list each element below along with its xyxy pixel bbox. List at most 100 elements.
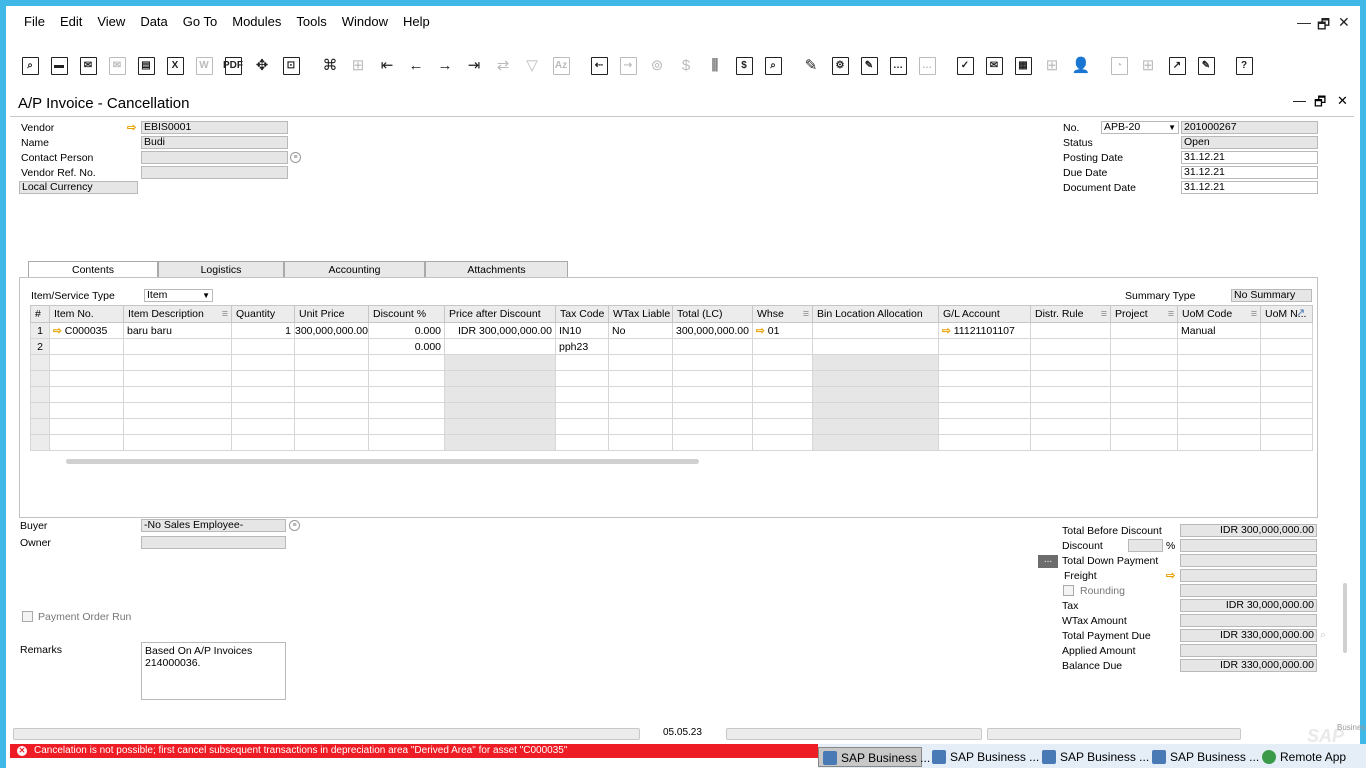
form-vertical-scrollbar[interactable] (1342, 115, 1348, 665)
cell[interactable] (1260, 354, 1313, 371)
unit-price-cell[interactable]: 300,000,000.00 (294, 322, 369, 339)
cell[interactable] (231, 386, 295, 403)
cell[interactable] (123, 418, 232, 435)
cell[interactable] (938, 418, 1031, 435)
preview-icon[interactable]: ⌕ (20, 54, 40, 76)
cell[interactable] (608, 370, 673, 387)
series-select[interactable]: APB-20 ▼ (1101, 121, 1179, 134)
cell[interactable] (231, 434, 295, 451)
empty-row[interactable] (30, 386, 1313, 403)
whse-cell[interactable]: ⇨ 01 (752, 322, 813, 339)
cell[interactable] (938, 370, 1031, 387)
cell[interactable] (1260, 386, 1313, 403)
chart-icon[interactable]: ↗ (1167, 54, 1187, 76)
whse-cell[interactable] (752, 338, 813, 355)
cell[interactable] (1260, 418, 1313, 435)
vendor-field[interactable]: EBIS0001 (141, 121, 288, 134)
add-icon[interactable]: ⊞ (348, 54, 368, 76)
cell[interactable] (608, 354, 673, 371)
cell[interactable] (1177, 402, 1261, 419)
message-alt-icon[interactable]: … (917, 54, 937, 76)
email-icon[interactable]: ✉ (78, 54, 98, 76)
app-minimize-button[interactable]: — (1297, 14, 1311, 30)
tax-code-cell[interactable]: IN10 (555, 322, 609, 339)
cell[interactable] (123, 386, 232, 403)
payment-order-checkbox[interactable] (22, 611, 33, 622)
col-header-price-after[interactable]: Price after Discount (444, 305, 556, 323)
menu-help[interactable]: Help (403, 14, 430, 32)
discount-cell[interactable]: 0.000 (368, 322, 445, 339)
rounding-checkbox[interactable] (1063, 585, 1074, 596)
empty-row[interactable] (30, 434, 1313, 451)
item-no-cell[interactable]: ⇨ C000035 (49, 322, 124, 339)
buyer-field[interactable]: -No Sales Employee- (141, 519, 286, 532)
buyer-info-icon[interactable]: ≡ (289, 520, 300, 531)
cell[interactable] (555, 354, 609, 371)
cell[interactable] (49, 370, 124, 387)
sms-icon[interactable]: ✉ (107, 54, 127, 76)
cell[interactable] (752, 370, 813, 387)
cell[interactable] (608, 434, 673, 451)
cell[interactable] (672, 354, 753, 371)
cell[interactable] (1030, 434, 1111, 451)
item-service-type-select[interactable]: Item ▼ (144, 289, 213, 302)
journal-icon[interactable]: $ (734, 54, 754, 76)
cell[interactable] (938, 434, 1031, 451)
cell[interactable] (1177, 386, 1261, 403)
filter-icon[interactable]: ▽ (522, 54, 542, 76)
uom-cell[interactable]: Manual (1177, 322, 1261, 339)
org-chart-icon[interactable]: ⊞ (1042, 54, 1062, 76)
col-header-item-desc[interactable]: Item Description ≡ (123, 305, 232, 323)
price-after-cell[interactable] (444, 338, 556, 355)
col-header-gl[interactable]: G/L Account (938, 305, 1031, 323)
cell[interactable] (1177, 434, 1261, 451)
analytics-icon[interactable]: ✎ (1196, 54, 1216, 76)
cell[interactable] (672, 418, 753, 435)
payment-means-icon[interactable]: $ (676, 54, 696, 76)
posting-date-field[interactable]: 31.12.21 (1181, 151, 1318, 164)
cell[interactable] (555, 434, 609, 451)
help-icon[interactable]: ? (1234, 54, 1254, 76)
cell[interactable] (231, 370, 295, 387)
first-record-icon[interactable]: ⇤ (377, 54, 397, 76)
lock-icon[interactable]: ⊡ (281, 54, 301, 76)
cell[interactable] (49, 402, 124, 419)
table-row[interactable]: 1 ⇨ C000035 baru baru 1 300,000,000.00 0… (30, 322, 1313, 339)
tab-accounting[interactable]: Accounting (284, 261, 425, 278)
cell[interactable] (1177, 418, 1261, 435)
tax-field[interactable]: IDR 30,000,000.00 (1180, 599, 1317, 612)
tab-attachments[interactable]: Attachments (425, 261, 568, 278)
cell[interactable] (1030, 418, 1111, 435)
taskbar-item-sap-3[interactable]: SAP Business ... (1038, 747, 1149, 767)
menu-goto[interactable]: Go To (183, 14, 217, 32)
menu-tools[interactable]: Tools (296, 14, 326, 32)
distr-cell[interactable] (1030, 338, 1111, 355)
total-cell[interactable]: 300,000,000.00 (672, 322, 753, 339)
cell[interactable] (123, 402, 232, 419)
widget-icon[interactable]: ⊞ (1138, 54, 1158, 76)
cell[interactable] (1110, 354, 1178, 371)
uom-name-cell[interactable] (1260, 322, 1313, 339)
cell[interactable] (49, 434, 124, 451)
cell[interactable] (231, 354, 295, 371)
col-header-discount[interactable]: Discount % (368, 305, 445, 323)
empty-row[interactable] (30, 402, 1313, 419)
menu-view[interactable]: View (97, 14, 125, 32)
cell[interactable] (368, 434, 445, 451)
cell[interactable] (672, 386, 753, 403)
pdf-export-icon[interactable]: PDF (223, 54, 243, 76)
column-menu-icon[interactable]: ≡ (1168, 308, 1174, 320)
project-cell[interactable] (1110, 338, 1178, 355)
next-record-icon[interactable]: → (435, 54, 455, 76)
cell[interactable] (938, 354, 1031, 371)
price-after-cell[interactable]: IDR 300,000,000.00 (444, 322, 556, 339)
print-icon[interactable]: ▬ (49, 54, 69, 76)
cell[interactable] (1030, 354, 1111, 371)
messages-icon[interactable]: ✉ (984, 54, 1004, 76)
cell[interactable] (1110, 370, 1178, 387)
total-cell[interactable] (672, 338, 753, 355)
cell[interactable] (368, 402, 445, 419)
previous-record-icon[interactable]: ← (406, 54, 426, 76)
cell[interactable] (608, 418, 673, 435)
cell[interactable] (49, 354, 124, 371)
